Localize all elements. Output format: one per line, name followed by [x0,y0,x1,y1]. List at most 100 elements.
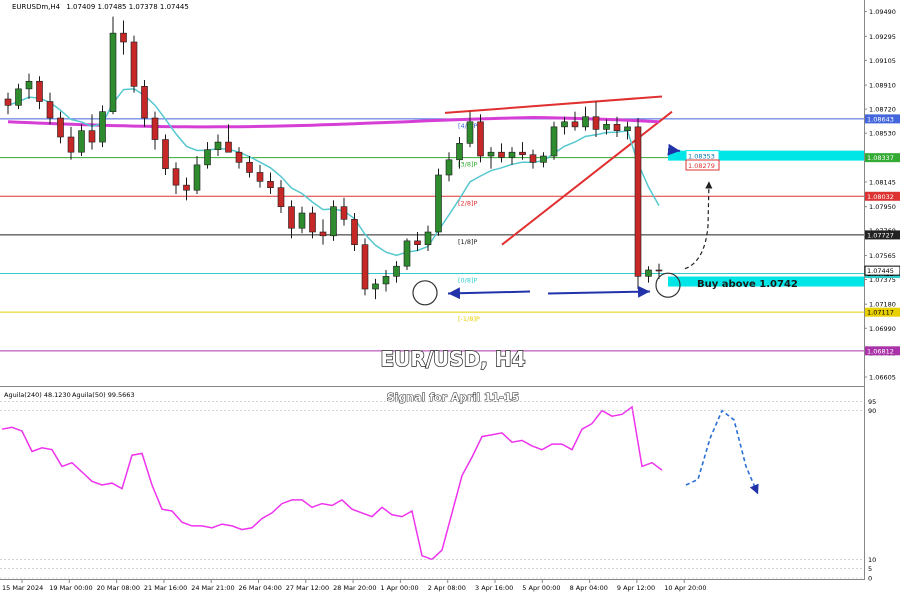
candle-body [445,159,453,176]
target-pointer-arrow [667,143,681,156]
candle-body [319,231,327,237]
time-tick-label: 27 Mar 12:00 [286,584,329,592]
candle-body [435,174,442,233]
candle-body [382,276,390,285]
price-tick-label: 1.08530 [869,130,896,138]
level-label: [0/8]P [458,277,478,285]
candle-body [456,143,463,161]
price-tick-label: 1.08720 [869,106,896,114]
time-tick-label: 15 Mar 2024 [2,584,43,592]
candle-body [498,151,505,158]
indicator-label-2: Aguila(50) 99.5663 [72,391,135,399]
candle-body [550,126,558,157]
price-tag-label: 1.08643 [867,115,894,123]
candle-body [613,124,621,131]
candle-body [592,116,600,130]
time-tick-label: 3 Apr 16:00 [475,584,513,592]
indicator-tick-label: 10 [868,556,876,564]
candle-body [130,41,138,87]
candle-body [288,206,295,229]
candle-body [46,101,54,119]
candle-body [172,168,180,186]
target-tag-label: 1.08353 [688,153,715,161]
time-tick-label: 28 Mar 20:00 [333,584,376,592]
indicator-tick-label: 95 [868,398,876,406]
candle-body [214,141,222,150]
target-tag-label: 1.08279 [688,162,715,170]
candle-body [571,121,579,128]
candle-body [582,116,589,128]
level-label: [2/8]P [458,199,478,207]
candle-body [330,206,337,237]
time-tick-label: 19 Mar 00:00 [49,584,92,592]
candle-body [162,139,169,169]
level-label: [-1/8]P [458,315,480,323]
price-tick-label: 1.07180 [869,301,896,309]
price-tag-label: 1.06812 [867,347,894,355]
candle-body [414,240,421,245]
chart-title: EUR/USD, H4 [380,347,525,371]
candle-body [424,231,432,245]
chart-header: EURUSDm,H4 1.07409 1.07485 1.07378 1.074… [12,3,189,11]
candle-body [151,117,159,140]
indicator-tick-label: 5 [868,565,872,573]
candle-body [193,164,201,191]
indicator-tick-label: 0 [868,575,872,583]
price-tag-label: 1.07445 [867,267,894,275]
candle-body [67,136,75,153]
candle-body [540,155,547,163]
time-tick-label: 21 Mar 16:00 [144,584,187,592]
time-tick-label: 20 Mar 08:00 [97,584,140,592]
candle-body [529,154,537,163]
price-tick-label: 1.09490 [869,8,896,16]
candle-body [141,86,148,119]
candle-body [78,130,85,153]
candle-body [4,98,12,106]
indicator-tick-label: 90 [868,407,876,415]
price-tag-label: 1.07727 [867,231,894,239]
candle-body [15,88,22,106]
candle-body [99,111,106,143]
candle-body [256,172,264,182]
candle-body [403,240,411,267]
price-tick-label: 1.06990 [869,325,896,333]
candle-body [634,126,642,277]
candle-body [393,265,400,277]
candle-body [183,184,190,191]
time-tick-label: 1 Apr 00:00 [380,584,418,592]
symbol: EURUSDm,H4 [12,3,61,11]
candle-body [508,151,516,158]
price-tick-label: 1.08910 [869,82,896,90]
candle-body [351,219,358,245]
buy-annotation: Buy above 1.0742 [697,279,798,290]
candle-body [519,151,526,156]
candle-body [466,121,474,144]
candle-body [477,121,484,157]
ohlc: 1.07409 1.07485 1.07378 1.07445 [66,3,188,11]
candle-body [88,130,96,143]
level-label: [3/8]P [458,161,478,169]
price-tick-label: 1.06605 [869,374,896,382]
price-tick-label: 1.09295 [869,33,896,41]
candle-body [120,32,127,43]
price-tick-label: 1.07565 [869,252,896,260]
candle-body [36,80,43,102]
price-tag-label: 1.08337 [867,154,894,162]
candle-body [624,126,631,131]
candle-body [487,151,495,157]
candle-body [109,32,117,112]
candle-body [235,151,243,163]
candle-body [561,121,568,128]
price-tick-label: 1.08145 [869,178,896,186]
candle-body [204,149,211,166]
indicator-label-1: Aguila(240) 48.1230 [4,391,71,399]
eurusd-h4-chart: [4/8]P[3/8]P[2/8]P[1/8]P[0/8]P[-1/8]P 1.… [0,0,900,600]
candle-body [246,162,253,173]
level-label: [1/8]P [458,238,478,246]
price-tick-label: 1.07950 [869,203,896,211]
time-tick-label: 9 Apr 12:00 [617,584,655,592]
candle-body [361,244,369,290]
candle-body [57,117,64,138]
time-tick-label: 10 Apr 20:00 [664,584,706,592]
price-tick-label: 1.09105 [869,57,896,65]
